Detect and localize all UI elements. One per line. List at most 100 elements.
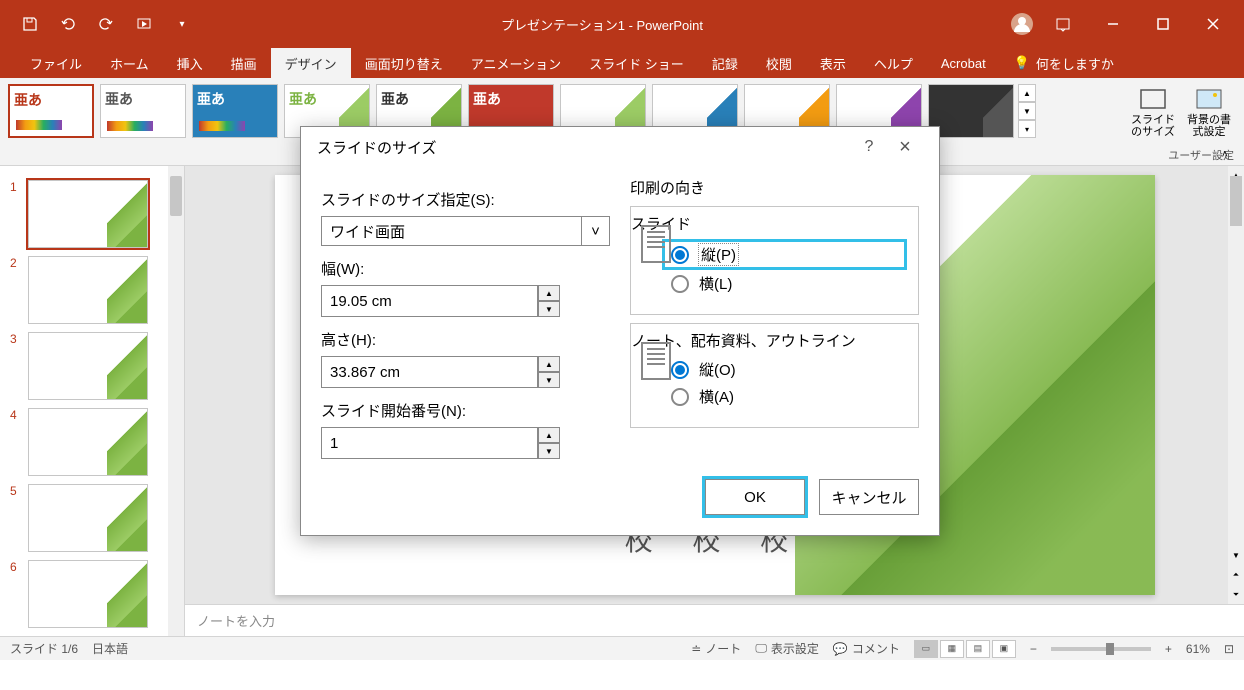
start-number-label: スライド開始番号(N): xyxy=(321,400,610,421)
chevron-down-icon[interactable]: ˅ xyxy=(582,216,610,246)
slide-thumb-item[interactable]: 1 xyxy=(0,176,184,252)
prev-slide-icon[interactable]: ⏶ xyxy=(1228,566,1244,584)
theme-variant-thumb[interactable] xyxy=(928,84,1014,138)
scrollbar-thumb[interactable] xyxy=(170,176,182,216)
format-background-button[interactable]: 背景の書式設定 xyxy=(1184,84,1234,138)
scroll-down-icon[interactable]: ▼ xyxy=(1228,546,1244,564)
start-slideshow-icon[interactable] xyxy=(130,10,158,38)
zoom-in-button[interactable]: + xyxy=(1165,642,1172,656)
slide-portrait-radio[interactable]: 縦(P) xyxy=(665,242,904,267)
start-number-spinner[interactable]: ▲▼ xyxy=(321,427,417,459)
width-label: 幅(W): xyxy=(321,258,610,279)
cancel-button[interactable]: キャンセル xyxy=(819,479,919,515)
slide-thumbnail[interactable] xyxy=(28,408,148,476)
tab-insert[interactable]: 挿入 xyxy=(163,48,217,78)
tab-slideshow[interactable]: スライド ショー xyxy=(575,48,698,78)
sorter-view-button[interactable]: ▦ xyxy=(940,640,964,658)
slide-size-button[interactable]: スライドのサイズ xyxy=(1128,84,1178,138)
theme-thumb[interactable]: 亜あ xyxy=(100,84,186,138)
spin-up[interactable]: ▲ xyxy=(538,427,560,443)
notes-landscape-radio[interactable]: 横(A) xyxy=(671,386,904,407)
width-input[interactable] xyxy=(321,285,538,317)
ok-button[interactable]: OK xyxy=(705,479,805,515)
slide-thumb-item[interactable]: 5 xyxy=(0,480,184,556)
spin-down[interactable]: ▼ xyxy=(538,443,560,459)
tab-animations[interactable]: アニメーション xyxy=(457,48,575,78)
slide-thumb-item[interactable]: 2 xyxy=(0,252,184,328)
close-button[interactable] xyxy=(1190,4,1236,44)
tab-transitions[interactable]: 画面切り替え xyxy=(351,48,457,78)
spin-down[interactable]: ▼ xyxy=(538,301,560,317)
ribbon-display-icon[interactable] xyxy=(1040,4,1086,44)
width-spinner[interactable]: ▲▼ xyxy=(321,285,455,317)
slide-thumbnail[interactable] xyxy=(28,484,148,552)
spin-up[interactable]: ▲ xyxy=(538,356,560,372)
size-spec-value[interactable] xyxy=(321,216,582,246)
tab-home[interactable]: ホーム xyxy=(96,48,163,78)
display-icon: 🖵 xyxy=(755,641,767,656)
notes-toggle[interactable]: ≐ノート xyxy=(691,640,741,657)
undo-icon[interactable] xyxy=(54,10,82,38)
theme-sample-text: 亜あ xyxy=(105,89,133,109)
save-icon[interactable] xyxy=(16,10,44,38)
zoom-handle[interactable] xyxy=(1106,643,1114,655)
spin-down[interactable]: ▼ xyxy=(538,372,560,388)
next-slide-icon[interactable]: ⏷ xyxy=(1228,586,1244,604)
slide-thumbnail[interactable] xyxy=(28,332,148,400)
tab-draw[interactable]: 描画 xyxy=(217,48,271,78)
height-spinner[interactable]: ▲▼ xyxy=(321,356,455,388)
display-settings-button[interactable]: 🖵表示設定 xyxy=(755,640,819,657)
panel-scrollbar[interactable] xyxy=(168,166,184,636)
gallery-scroll-up[interactable]: ▲ xyxy=(1018,84,1036,102)
notes-group-label: ノート、配布資料、アウトライン xyxy=(631,330,904,351)
tab-review[interactable]: 校閲 xyxy=(752,48,806,78)
theme-thumb[interactable]: 亜あ xyxy=(8,84,94,138)
height-input[interactable] xyxy=(321,356,538,388)
slide-thumb-item[interactable]: 4 xyxy=(0,404,184,480)
zoom-percent[interactable]: 61% xyxy=(1186,642,1210,656)
maximize-button[interactable] xyxy=(1140,4,1186,44)
notes-input[interactable]: ノートを入力 xyxy=(185,604,1244,636)
slide-thumbnail[interactable] xyxy=(28,560,148,628)
gallery-scroll-down[interactable]: ▼ xyxy=(1018,102,1036,120)
dialog-close-button[interactable]: × xyxy=(887,129,923,165)
zoom-slider[interactable] xyxy=(1051,647,1151,651)
spin-up[interactable]: ▲ xyxy=(538,285,560,301)
slideshow-view-button[interactable]: ▣ xyxy=(992,640,1016,658)
quick-access-toolbar: ▾ xyxy=(8,10,196,38)
dialog-help-button[interactable]: ? xyxy=(851,129,887,165)
fit-to-window-button[interactable]: ⊡ xyxy=(1224,642,1234,656)
canvas-vscrollbar[interactable]: ▲ ▼ ⏶ ⏷ xyxy=(1228,166,1244,604)
account-icon[interactable] xyxy=(1008,10,1036,38)
tab-record[interactable]: 記録 xyxy=(698,48,752,78)
collapse-ribbon-icon[interactable]: ˄ xyxy=(1222,149,1228,161)
slide-thumbnail[interactable] xyxy=(28,180,148,248)
normal-view-button[interactable]: ▭ xyxy=(914,640,938,658)
slide-thumb-item[interactable]: 3 xyxy=(0,328,184,404)
redo-icon[interactable] xyxy=(92,10,120,38)
slide-size-icon xyxy=(1136,84,1170,114)
slide-thumbnail[interactable] xyxy=(28,256,148,324)
reading-view-button[interactable]: ▤ xyxy=(966,640,990,658)
size-spec-select[interactable]: ˅ xyxy=(321,216,610,246)
slide-landscape-radio[interactable]: 横(L) xyxy=(671,273,904,294)
notes-portrait-radio[interactable]: 縦(O) xyxy=(671,359,904,380)
language-indicator[interactable]: 日本語 xyxy=(92,640,128,657)
slide-number: 4 xyxy=(10,408,22,422)
scrollbar-thumb[interactable] xyxy=(1230,176,1242,226)
tab-design[interactable]: デザイン xyxy=(271,48,351,78)
tell-me-search[interactable]: 💡 何をしますか xyxy=(1000,48,1128,78)
radio-icon xyxy=(671,275,689,293)
tab-view[interactable]: 表示 xyxy=(806,48,860,78)
tab-help[interactable]: ヘルプ xyxy=(860,48,927,78)
tab-file[interactable]: ファイル xyxy=(16,48,96,78)
minimize-button[interactable] xyxy=(1090,4,1136,44)
tab-acrobat[interactable]: Acrobat xyxy=(927,48,1000,78)
theme-thumb[interactable]: 亜あ xyxy=(192,84,278,138)
start-number-input[interactable] xyxy=(321,427,538,459)
slide-thumb-item[interactable]: 6 xyxy=(0,556,184,632)
comments-button[interactable]: 💬コメント xyxy=(833,640,900,657)
qat-customize-icon[interactable]: ▾ xyxy=(168,10,196,38)
zoom-out-button[interactable]: − xyxy=(1030,642,1037,656)
gallery-more[interactable]: ▾ xyxy=(1018,120,1036,138)
